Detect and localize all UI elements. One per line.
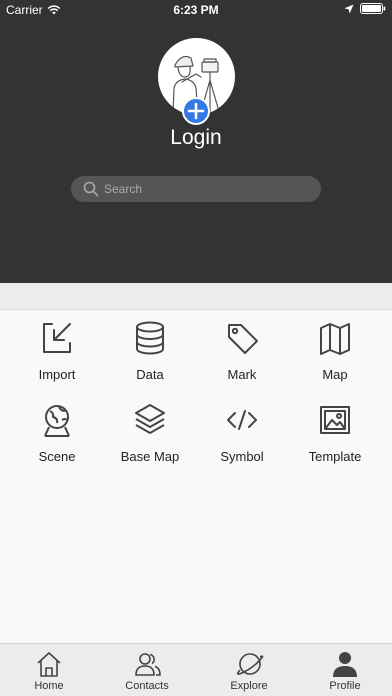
status-time: 6:23 PM [173,3,219,17]
home-icon [37,652,61,677]
status-bar: Carrier 6:23 PM [0,0,392,20]
grid-item-label: Base Map [120,449,180,464]
layers-icon [135,404,165,434]
grid-item-label: Template [308,449,362,464]
battery-icon [360,3,386,14]
grid-item-import[interactable]: Import [8,310,106,390]
grid-item-label: Map [322,367,348,382]
tab-explore[interactable]: Explore [200,644,298,696]
grid-item-base-map[interactable]: Base Map [101,392,199,472]
grid-item-label: Data [136,367,164,382]
tab-bar: Home Contacts Explore Profile [0,643,392,696]
template-image-icon [320,406,350,434]
grid-item-data[interactable]: Data [101,310,199,390]
grid-item-label: Symbol [220,449,264,464]
tab-label: Contacts [125,680,169,692]
login-button[interactable]: Login [0,126,392,150]
contacts-icon [135,653,161,676]
planet-icon [236,653,264,675]
tab-label: Profile [329,680,361,692]
tab-label: Home [34,680,64,692]
grid-item-scene[interactable]: Scene [8,392,106,472]
search-bar[interactable] [71,176,321,202]
grid-item-label: Scene [38,449,76,464]
add-account-button[interactable] [182,97,210,125]
tag-icon [228,324,258,354]
database-icon [136,321,164,355]
tab-profile[interactable]: Profile [296,644,392,696]
grid-item-label: Mark [227,367,257,382]
section-divider [0,283,392,310]
search-icon [83,181,99,197]
tab-home[interactable]: Home [0,644,98,696]
code-icon [227,410,257,430]
globe-icon [44,405,70,437]
grid-item-label: Import [38,367,76,382]
tab-label: Explore [230,680,268,692]
location-arrow-icon [344,4,354,13]
tab-contacts[interactable]: Contacts [98,644,196,696]
person-icon [333,652,357,677]
plus-icon [187,102,205,120]
map-icon [320,323,350,355]
grid-item-map[interactable]: Map [286,310,384,390]
import-icon [43,323,71,353]
search-input[interactable] [104,182,304,196]
grid-item-template[interactable]: Template [286,392,384,472]
grid-item-mark[interactable]: Mark [193,310,291,390]
grid-item-symbol[interactable]: Symbol [193,392,291,472]
status-right [344,3,386,14]
